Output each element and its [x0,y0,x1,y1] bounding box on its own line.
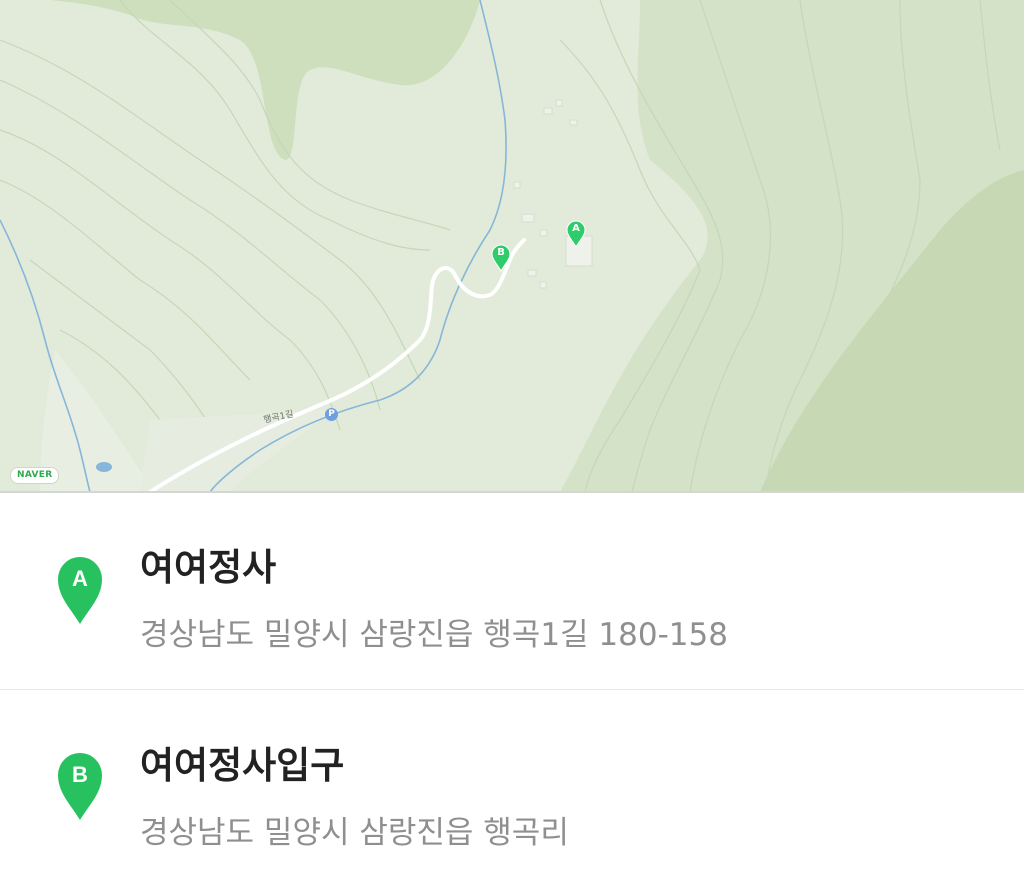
map-pin-a[interactable]: A [566,220,586,249]
list-item[interactable]: B 여여정사입구 경상남도 밀양시 삼랑진읍 행곡리 [0,689,1024,885]
map-view[interactable]: 행곡1길 P A B NAVER [0,0,1024,492]
marker-label: B [72,762,88,787]
map-pin-b[interactable]: B [491,244,511,273]
map-terrain [0,0,1024,492]
list-item[interactable]: A 여여정사 경상남도 밀양시 삼랑진읍 행곡1길 180-158 [0,493,1024,689]
naver-logo: NAVER [10,467,60,484]
place-list: A 여여정사 경상남도 밀양시 삼랑진읍 행곡1길 180-158 B 여여정사… [0,493,1024,885]
place-name: 여여정사 [140,546,277,589]
pin-label: A [572,223,580,234]
pin-label: B [497,247,505,258]
place-marker-b: B [56,750,104,822]
place-address: 경상남도 밀양시 삼랑진읍 행곡1길 180-158 [140,617,728,653]
place-name: 여여정사입구 [140,744,345,787]
parking-icon[interactable]: P [325,408,338,421]
place-address: 경상남도 밀양시 삼랑진읍 행곡리 [140,815,569,851]
place-marker-a: A [56,554,104,626]
marker-label: A [72,566,88,591]
